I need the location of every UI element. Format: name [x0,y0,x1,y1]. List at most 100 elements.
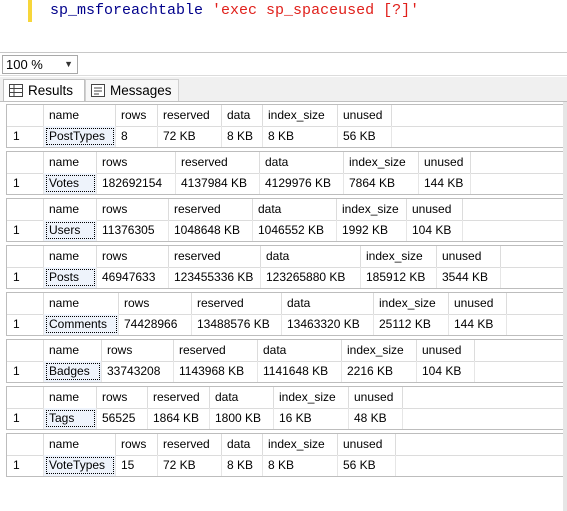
row-number[interactable]: 1 [7,314,44,335]
cell-data[interactable]: 8 KB [222,126,263,147]
cell-data[interactable]: 4129976 KB [260,173,344,194]
column-header[interactable]: unused [437,246,501,267]
cell-rows[interactable]: 74428966 [119,314,192,335]
column-header[interactable]: unused [407,199,463,220]
column-header[interactable]: unused [338,105,392,126]
column-header[interactable]: index_size [361,246,437,267]
result-grid-comments[interactable]: name rows reserved data index_size unuse… [6,292,565,336]
cell-name[interactable]: Badges [44,361,102,382]
cell-index-size[interactable]: 185912 KB [361,267,437,288]
cell-unused[interactable]: 104 KB [407,220,463,241]
column-header[interactable]: reserved [192,293,282,314]
column-header[interactable]: index_size [274,387,349,408]
table-row[interactable]: 1 VoteTypes 15 72 KB 8 KB 8 KB 56 KB [7,455,564,476]
column-header[interactable]: rows [97,246,169,267]
result-grid-users[interactable]: name rows reserved data index_size unuse… [6,198,565,242]
cell-data[interactable]: 13463320 KB [282,314,374,335]
row-number[interactable]: 1 [7,267,44,288]
cell-reserved[interactable]: 13488576 KB [192,314,282,335]
column-header[interactable]: index_size [374,293,449,314]
cell-index-size[interactable]: 2216 KB [342,361,417,382]
cell-name[interactable]: VoteTypes [44,455,116,476]
cell-index-size[interactable]: 8 KB [263,126,338,147]
column-header[interactable]: unused [349,387,403,408]
column-header[interactable]: reserved [158,434,222,455]
cell-data[interactable]: 123265880 KB [261,267,361,288]
zoom-select[interactable]: 100 % ▼ [2,55,78,74]
cell-index-size[interactable]: 1992 KB [337,220,407,241]
column-header[interactable]: index_size [342,340,417,361]
cell-unused[interactable]: 144 KB [449,314,507,335]
column-header[interactable]: reserved [169,199,253,220]
column-header[interactable]: data [222,434,263,455]
result-grid-posts[interactable]: name rows reserved data index_size unuse… [6,245,565,289]
column-header[interactable]: name [44,387,97,408]
column-header[interactable]: data [253,199,337,220]
table-row[interactable]: 1 Users 11376305 1048648 KB 1046552 KB 1… [7,220,564,241]
column-header[interactable]: rows [97,152,176,173]
column-header[interactable]: reserved [176,152,260,173]
cell-data[interactable]: 1046552 KB [253,220,337,241]
column-header[interactable]: name [44,434,116,455]
cell-reserved[interactable]: 123455336 KB [169,267,261,288]
column-header[interactable]: unused [417,340,475,361]
column-header[interactable]: name [44,152,97,173]
column-header[interactable]: index_size [263,105,338,126]
cell-data[interactable]: 1141648 KB [258,361,342,382]
cell-data[interactable]: 1800 KB [210,408,274,429]
cell-rows[interactable]: 46947633 [97,267,169,288]
result-grid-badges[interactable]: name rows reserved data index_size unuse… [6,339,565,383]
tab-messages[interactable]: Messages [85,79,179,101]
column-header[interactable]: name [44,105,116,126]
column-header[interactable]: rows [97,199,169,220]
cell-reserved[interactable]: 1048648 KB [169,220,253,241]
row-number[interactable]: 1 [7,220,44,241]
column-header[interactable]: rows [119,293,192,314]
column-header[interactable]: data [210,387,274,408]
cell-unused[interactable]: 104 KB [417,361,475,382]
column-header[interactable]: data [260,152,344,173]
cell-index-size[interactable]: 25112 KB [374,314,449,335]
column-header[interactable]: reserved [169,246,261,267]
column-header[interactable]: unused [338,434,396,455]
cell-name[interactable]: Posts [44,267,97,288]
column-header[interactable]: data [261,246,361,267]
column-header[interactable]: name [44,199,97,220]
cell-reserved[interactable]: 1143968 KB [174,361,258,382]
row-number[interactable]: 1 [7,361,44,382]
cell-name[interactable]: Users [44,220,97,241]
cell-unused[interactable]: 48 KB [349,408,403,429]
column-header[interactable]: data [222,105,263,126]
column-header[interactable]: index_size [344,152,419,173]
cell-rows[interactable]: 182692154 [97,173,176,194]
table-row[interactable]: 1 PostTypes 8 72 KB 8 KB 8 KB 56 KB [7,126,564,147]
result-grid-posttypes[interactable]: name rows reserved data index_size unuse… [6,104,565,148]
column-header[interactable]: reserved [158,105,222,126]
column-header[interactable]: reserved [148,387,210,408]
table-row[interactable]: 1 Badges 33743208 1143968 KB 1141648 KB … [7,361,564,382]
row-number[interactable]: 1 [7,455,44,476]
column-header[interactable]: rows [116,105,158,126]
result-grid-tags[interactable]: name rows reserved data index_size unuse… [6,386,565,430]
cell-unused[interactable]: 56 KB [338,455,396,476]
cell-unused[interactable]: 3544 KB [437,267,501,288]
row-number[interactable]: 1 [7,126,44,147]
column-header[interactable]: name [44,293,119,314]
cell-rows[interactable]: 11376305 [97,220,169,241]
row-number[interactable]: 1 [7,173,44,194]
cell-index-size[interactable]: 8 KB [263,455,338,476]
column-header[interactable]: name [44,246,97,267]
column-header[interactable]: unused [449,293,507,314]
query-editor[interactable]: sp_msforeachtable 'exec sp_spaceused [?]… [0,0,567,53]
column-header[interactable]: reserved [174,340,258,361]
cell-unused[interactable]: 56 KB [338,126,392,147]
row-number[interactable]: 1 [7,408,44,429]
cell-name[interactable]: Comments [44,314,119,335]
cell-rows[interactable]: 33743208 [102,361,174,382]
cell-reserved[interactable]: 1864 KB [148,408,210,429]
column-header[interactable]: unused [419,152,471,173]
tab-results[interactable]: Results [3,79,85,101]
cell-index-size[interactable]: 16 KB [274,408,349,429]
query-line[interactable]: sp_msforeachtable 'exec sp_spaceused [?]… [50,2,419,20]
cell-unused[interactable]: 144 KB [419,173,471,194]
